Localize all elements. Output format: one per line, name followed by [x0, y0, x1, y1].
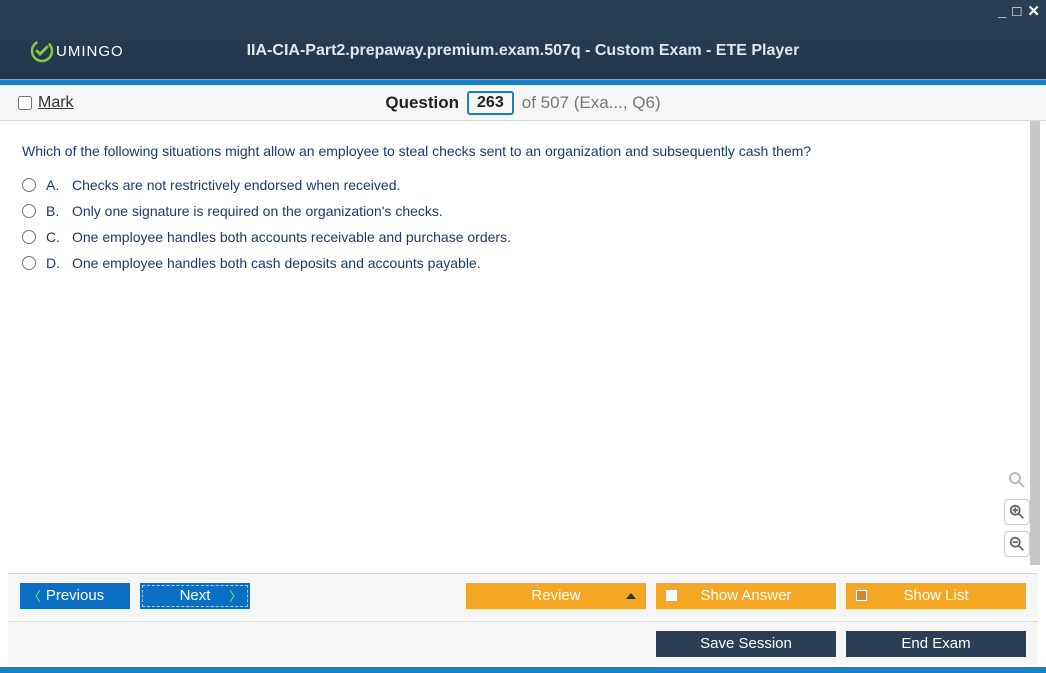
logo-text: UMINGO — [56, 43, 124, 60]
end-exam-button[interactable]: End Exam — [846, 631, 1026, 657]
question-word: Question — [385, 93, 459, 113]
option-radio[interactable] — [22, 178, 36, 192]
options-list: A. Checks are not restrictively endorsed … — [22, 177, 1014, 271]
previous-button[interactable]: 〈 Previous — [20, 583, 130, 609]
bottom-divider — [0, 667, 1046, 673]
footer-session: Save Session End Exam — [8, 621, 1038, 665]
zoom-in-button[interactable] — [1004, 499, 1030, 525]
square-icon — [856, 590, 867, 601]
zoom-out-button[interactable] — [1004, 531, 1030, 557]
save-session-button[interactable]: Save Session — [656, 631, 836, 657]
footer-nav: 〈 Previous Next 〉 Review Show Answer Sho… — [8, 573, 1038, 617]
mark-label[interactable]: Mark — [38, 94, 74, 112]
question-total: of 507 (Exa..., Q6) — [522, 93, 661, 113]
option-radio[interactable] — [22, 204, 36, 218]
header: UMINGO IIA-CIA-Part2.prepaway.premium.ex… — [0, 23, 1046, 79]
show-answer-button[interactable]: Show Answer — [656, 583, 836, 609]
window-title: IIA-CIA-Part2.prepaway.premium.exam.507q… — [0, 42, 1046, 60]
option-letter: D. — [46, 255, 62, 271]
minimize-icon[interactable]: _ — [998, 4, 1006, 19]
option-radio[interactable] — [22, 230, 36, 244]
save-session-label: Save Session — [700, 635, 792, 652]
logo-checkmark-icon — [30, 39, 54, 63]
option-letter: B. — [46, 203, 62, 219]
mark-checkbox[interactable] — [18, 96, 32, 110]
review-label: Review — [531, 587, 580, 604]
zoom-reset-icon[interactable] — [1004, 467, 1030, 493]
previous-label: Previous — [46, 587, 104, 604]
logo: UMINGO — [30, 39, 124, 63]
titlebar: _ □ ✕ — [0, 0, 1046, 23]
option-radio[interactable] — [22, 256, 36, 270]
option-text: One employee handles both cash deposits … — [72, 255, 481, 271]
show-list-label: Show List — [903, 587, 968, 604]
chevron-right-icon: 〉 — [229, 586, 242, 605]
subheader: Mark Question 263 of 507 (Exa..., Q6) — [0, 85, 1046, 121]
option-A[interactable]: A. Checks are not restrictively endorsed … — [22, 177, 1014, 193]
question-text: Which of the following situations might … — [22, 143, 1014, 159]
question-number: 263 — [467, 91, 514, 115]
scrollbar[interactable] — [1030, 121, 1040, 565]
option-text: One employee handles both accounts recei… — [72, 229, 511, 245]
scrollbar-thumb[interactable] — [1030, 121, 1040, 565]
option-B[interactable]: B. Only one signature is required on the … — [22, 203, 1014, 219]
end-exam-label: End Exam — [901, 635, 970, 652]
review-button[interactable]: Review — [466, 583, 646, 609]
close-icon[interactable]: ✕ — [1027, 4, 1040, 19]
option-letter: A. — [46, 177, 62, 193]
question-content: Which of the following situations might … — [8, 121, 1028, 565]
show-answer-label: Show Answer — [701, 587, 792, 604]
next-label: Next — [180, 587, 211, 604]
next-button[interactable]: Next 〉 — [140, 583, 250, 609]
maximize-icon[interactable]: □ — [1012, 4, 1021, 19]
option-text: Checks are not restrictively endorsed wh… — [72, 177, 400, 193]
option-text: Only one signature is required on the or… — [72, 203, 443, 219]
option-D[interactable]: D. One employee handles both cash deposit… — [22, 255, 1014, 271]
option-C[interactable]: C. One employee handles both accounts rec… — [22, 229, 1014, 245]
chevron-left-icon: 〈 — [28, 586, 41, 605]
option-letter: C. — [46, 229, 62, 245]
zoom-tools — [1004, 467, 1030, 557]
square-icon — [666, 590, 677, 601]
show-list-button[interactable]: Show List — [846, 583, 1026, 609]
triangle-up-icon — [626, 593, 636, 599]
